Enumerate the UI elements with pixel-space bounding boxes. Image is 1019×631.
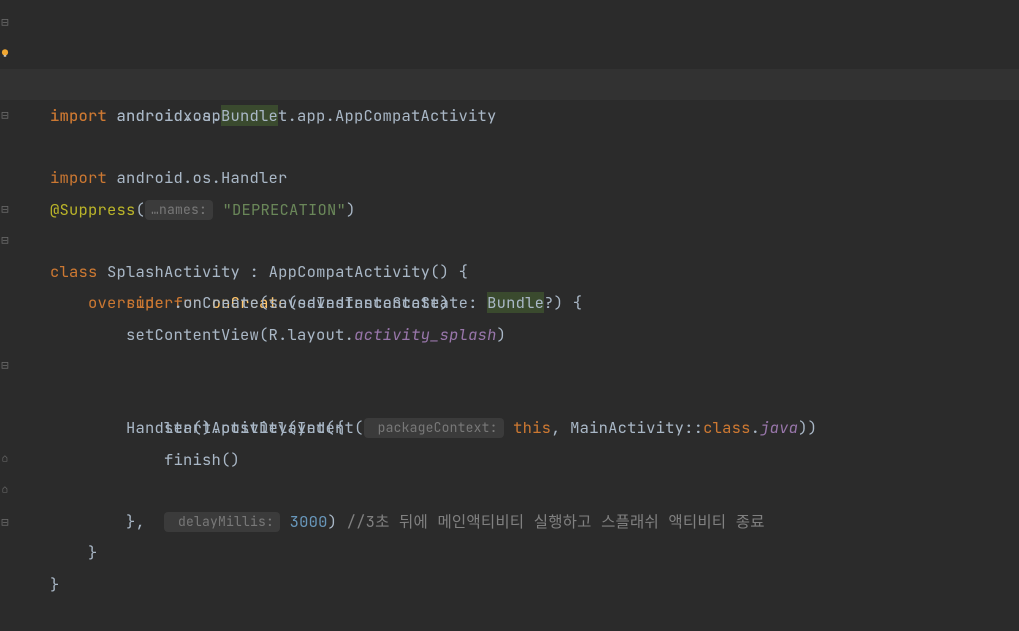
code-line[interactable]: ⊟ Handler().postDelayed({	[0, 350, 1019, 381]
code-line[interactable]: super.onCreate(savedInstanceState)	[0, 256, 1019, 287]
code-line[interactable]: ⊟ import android.content.Intent	[0, 6, 1019, 37]
collapse-icon: ⊟	[0, 194, 10, 225]
code-line[interactable]: ⊟ class SplashActivity : AppCompatActivi…	[0, 194, 1019, 225]
lightbulb-icon[interactable]	[0, 46, 10, 60]
collapse-icon: ⊟	[0, 506, 10, 537]
collapse-icon: ⊟	[0, 225, 10, 256]
nav-home-icon: ⌂	[0, 444, 10, 475]
code-line[interactable]: import androidx.appcompat.app.AppCompatA…	[0, 37, 1019, 68]
code-line-blank[interactable]	[0, 319, 1019, 350]
code-line[interactable]: ⊟ override fun onCreate(savedInstanceSta…	[0, 225, 1019, 256]
code-line[interactable]: ⊟ }	[0, 506, 1019, 537]
code-line-current[interactable]: import android.os.Bundle	[0, 69, 1019, 100]
code-line[interactable]: ⊟ import android.os.Handler	[0, 100, 1019, 131]
code-line-blank[interactable]	[0, 131, 1019, 162]
code-line[interactable]: finish()	[0, 412, 1019, 443]
code-line[interactable]: ⌂ }	[0, 475, 1019, 506]
code-line[interactable]: @Suppress(…names: "DEPRECATION")	[0, 162, 1019, 193]
code-editor[interactable]: ⊟ import android.content.Intent import a…	[0, 0, 1019, 537]
nav-home-icon: ⌂	[0, 475, 10, 506]
code-line[interactable]: ⌂ }, delayMillis: 3000) //3초 뒤에 메인액티비티 실…	[0, 444, 1019, 475]
brace: }	[50, 574, 60, 595]
collapse-icon: ⊟	[0, 350, 10, 381]
brace: }	[50, 542, 98, 563]
code-line[interactable]: setContentView(R.layout.activity_splash)	[0, 287, 1019, 318]
collapse-icon: ⊟	[0, 6, 10, 37]
code-line[interactable]: startActivity(Intent( packageContext: th…	[0, 381, 1019, 412]
collapse-icon: ⊟	[0, 100, 10, 131]
